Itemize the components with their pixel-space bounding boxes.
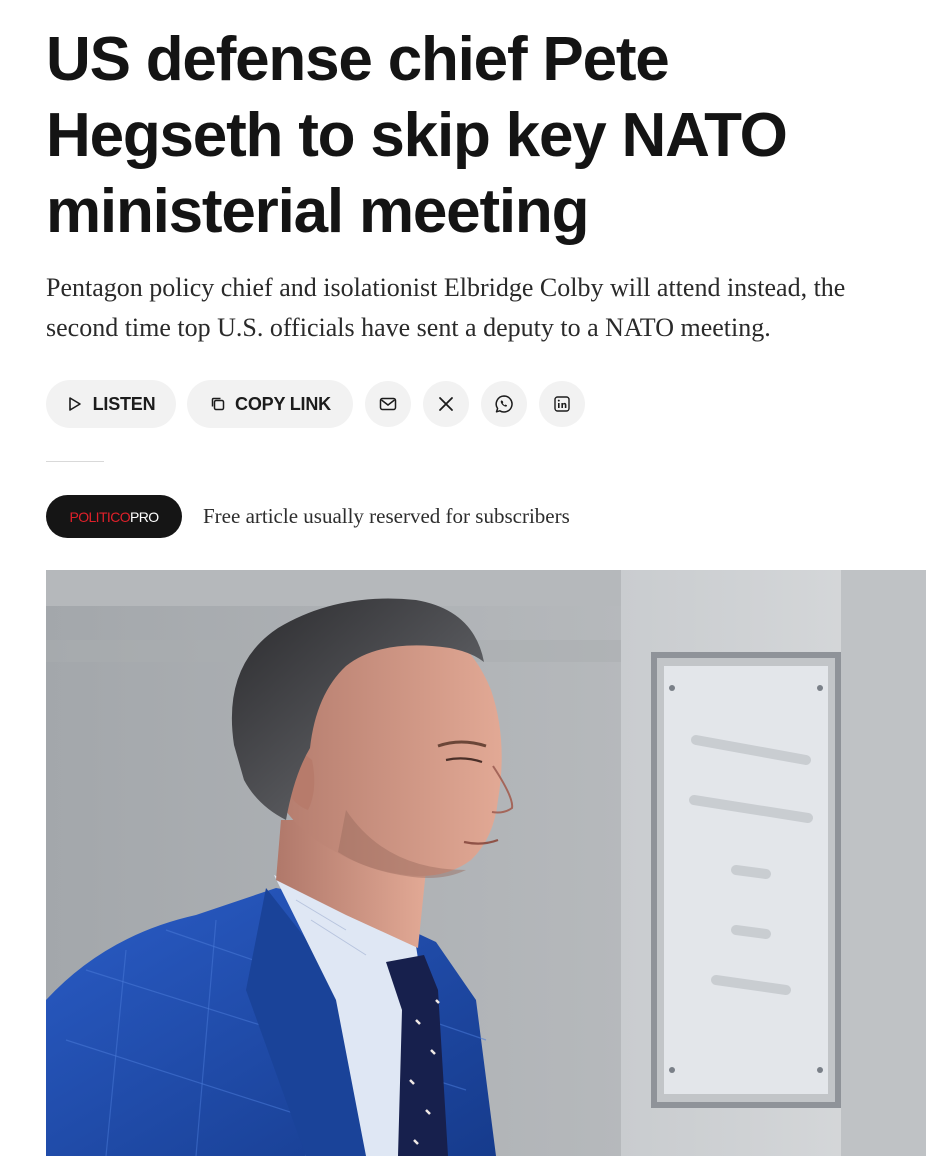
article-dek: Pentagon policy chief and isolationist E… (46, 273, 846, 342)
article-lead-photo (46, 570, 926, 1156)
linkedin-icon (553, 395, 571, 413)
section-divider (46, 461, 104, 462)
listen-label: LISTEN (92, 393, 156, 414)
copy-link-label: COPY LINK (235, 393, 331, 414)
email-icon (379, 396, 397, 412)
badge-brand: POLITICO (69, 508, 130, 525)
listen-button[interactable]: LISTEN (46, 380, 176, 428)
x-share-button[interactable] (423, 381, 469, 427)
whatsapp-share-button[interactable] (481, 381, 527, 427)
free-article-note: Free article usually reserved for subscr… (203, 504, 570, 528)
linkedin-share-button[interactable] (539, 381, 585, 427)
badge-suffix: PRO (130, 508, 159, 525)
copy-icon (209, 395, 227, 413)
email-share-button[interactable] (365, 381, 411, 427)
share-toolbar: LISTEN COPY LINK (46, 380, 585, 428)
play-icon (67, 396, 83, 412)
copy-link-button[interactable]: COPY LINK (187, 380, 353, 428)
article-headline: US defense chief Pete Hegseth to skip ke… (46, 25, 788, 246)
pro-banner: POLITICO PRO Free article usually reserve… (46, 495, 570, 538)
whatsapp-icon (494, 394, 514, 414)
politico-pro-badge[interactable]: POLITICO PRO (46, 495, 182, 538)
x-icon (438, 396, 454, 412)
